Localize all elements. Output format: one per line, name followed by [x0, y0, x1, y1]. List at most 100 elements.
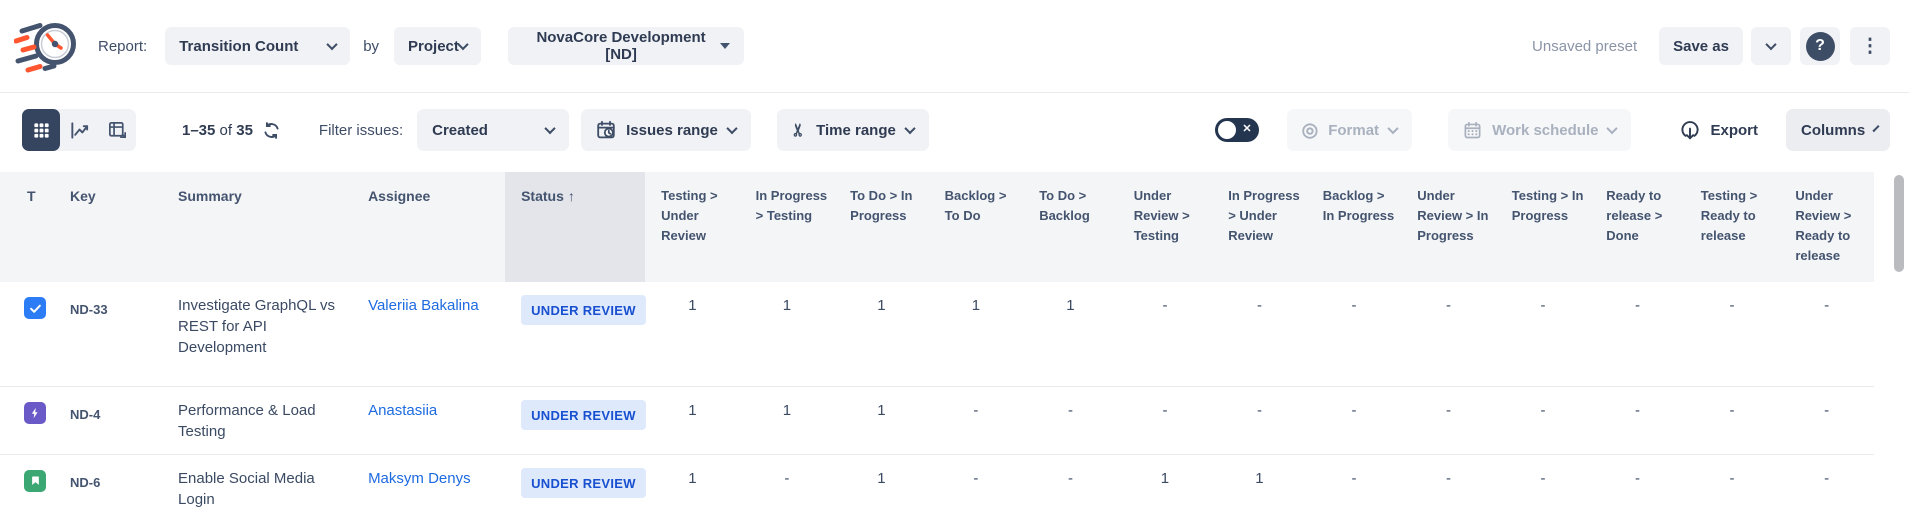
save-options-dropdown[interactable] [1751, 27, 1791, 65]
column-header-under-review-in-progress[interactable]: Under Review > In Progress [1401, 172, 1496, 282]
question-icon: ? [1806, 32, 1835, 61]
column-header-status[interactable]: Status↑ [505, 172, 645, 282]
count-total: 35 [236, 122, 253, 139]
filter-field-value: Created [432, 122, 488, 139]
kebab-menu-icon: ⋮ [1861, 37, 1880, 56]
column-header-key[interactable]: Key [58, 172, 168, 282]
column-header-ready-to-release-done[interactable]: Ready to release > Done [1590, 172, 1685, 282]
issue-key: ND-4 [58, 386, 168, 454]
assignee-link[interactable]: Maksym Denys [368, 470, 471, 487]
column-header-summary[interactable]: Summary [168, 172, 355, 282]
toggle-x-icon: ✕ [1242, 122, 1251, 135]
assignee-cell: Valeriia Bakalina [355, 282, 505, 386]
pivot-view-button[interactable] [98, 109, 136, 151]
chart-view-icon [69, 120, 90, 141]
issues-range-dropdown[interactable]: Issues range [581, 109, 751, 151]
work-schedule-label: Work schedule [1492, 122, 1598, 139]
column-header-type[interactable]: T [0, 172, 58, 282]
vertical-scrollbar[interactable] [1894, 175, 1904, 272]
refresh-icon[interactable] [262, 121, 281, 140]
filter-issues-label: Filter issues: [319, 122, 403, 139]
transition-count-testing-under-review: 1 [645, 454, 740, 522]
group-by-value: Project [408, 38, 459, 55]
chevron-down-icon [544, 123, 555, 134]
export-button[interactable]: Export [1679, 119, 1758, 141]
report-label: Report: [98, 38, 147, 55]
transition-count-testing-ready-to-release: - [1685, 454, 1780, 522]
save-as-button[interactable]: Save as [1659, 27, 1743, 65]
transition-count-under-review-in-progress: - [1401, 386, 1496, 454]
transition-count-under-review-ready-to-release: - [1779, 454, 1874, 522]
transition-count-to-do-in-progress: 1 [834, 386, 929, 454]
by-label: by [363, 38, 379, 55]
chevron-down-icon [1607, 123, 1618, 134]
transition-count-testing-in-progress: - [1496, 454, 1591, 522]
report-toolbar: 1–35 of 35 Filter issues: Created Issues… [0, 93, 1909, 167]
pivot-view-icon [107, 120, 128, 141]
transition-count-testing-ready-to-release: - [1685, 282, 1780, 386]
table-row: ND-4Performance & Load TestingAnastasiia… [0, 386, 1874, 454]
report-type-value: Transition Count [179, 38, 298, 55]
transition-count-under-review-ready-to-release: - [1779, 386, 1874, 454]
transition-count-report-app: Report: Transition Count by Project Nova… [0, 0, 1909, 522]
issues-table: TKeySummaryAssigneeStatus↑Testing > Unde… [0, 172, 1874, 522]
column-header-testing-under-review[interactable]: Testing > Under Review [645, 172, 740, 282]
assignee-link[interactable]: Valeriia Bakalina [368, 297, 479, 314]
view-switcher [22, 109, 136, 151]
filter-field-dropdown[interactable]: Created [417, 109, 569, 151]
assignee-link[interactable]: Anastasiia [368, 402, 437, 419]
sort-ascending-icon: ↑ [568, 188, 575, 204]
transition-count-testing-in-progress: - [1496, 282, 1591, 386]
issue-type-cell [0, 282, 58, 386]
work-schedule-dropdown[interactable]: Work schedule [1448, 109, 1631, 151]
chart-view-button[interactable] [60, 109, 98, 151]
toggle-knob [1218, 121, 1236, 139]
status-cell: UNDER REVIEW [505, 282, 645, 386]
transition-count-to-do-in-progress: 1 [834, 282, 929, 386]
columns-dropdown[interactable]: Columns [1786, 109, 1890, 151]
column-header-label: Status [521, 188, 564, 204]
table-row: ND-33Investigate GraphQL vs REST for API… [0, 282, 1874, 386]
column-header-in-progress-testing[interactable]: In Progress > Testing [740, 172, 835, 282]
toggle-switch[interactable]: ✕ [1215, 118, 1259, 142]
transition-count-in-progress-testing: 1 [740, 282, 835, 386]
chevron-down-icon [1873, 125, 1880, 132]
column-header-backlog-to-do[interactable]: Backlog > To Do [929, 172, 1024, 282]
assignee-cell: Anastasiia [355, 386, 505, 454]
time-range-dropdown[interactable]: ✂ Time range [777, 109, 929, 151]
issues-range-label: Issues range [626, 122, 718, 139]
column-header-testing-in-progress[interactable]: Testing > In Progress [1496, 172, 1591, 282]
status-cell: UNDER REVIEW [505, 386, 645, 454]
column-header-under-review-ready-to-release[interactable]: Under Review > Ready to release [1779, 172, 1874, 282]
report-type-dropdown[interactable]: Transition Count [165, 27, 350, 65]
count-of: of [220, 122, 233, 139]
column-header-in-progress-under-review[interactable]: In Progress > Under Review [1212, 172, 1307, 282]
status-badge: UNDER REVIEW [521, 468, 646, 498]
transition-count-ready-to-release-done: - [1590, 454, 1685, 522]
grid-view-button[interactable] [22, 109, 60, 151]
column-header-to-do-backlog[interactable]: To Do > Backlog [1023, 172, 1118, 282]
transition-count-in-progress-under-review: 1 [1212, 454, 1307, 522]
column-header-to-do-in-progress[interactable]: To Do > In Progress [834, 172, 929, 282]
assignee-cell: Maksym Denys [355, 454, 505, 522]
column-header-testing-ready-to-release[interactable]: Testing > Ready to release [1685, 172, 1780, 282]
transition-count-under-review-testing: - [1118, 386, 1213, 454]
group-by-dropdown[interactable]: Project [394, 27, 481, 65]
columns-label: Columns [1801, 122, 1865, 139]
column-header-backlog-in-progress[interactable]: Backlog > In Progress [1307, 172, 1402, 282]
header-row: TKeySummaryAssigneeStatus↑Testing > Unde… [0, 172, 1874, 282]
format-dropdown[interactable]: ◎ Format [1287, 109, 1412, 151]
column-header-under-review-testing[interactable]: Under Review > Testing [1118, 172, 1213, 282]
scissors-icon: ✂ [789, 123, 809, 137]
transition-count-in-progress-testing: 1 [740, 386, 835, 454]
transition-count-under-review-in-progress: - [1401, 454, 1496, 522]
column-header-assignee[interactable]: Assignee [355, 172, 505, 282]
issue-count: 1–35 of 35 [182, 121, 281, 140]
help-button[interactable]: ? [1800, 27, 1840, 65]
transition-count-to-do-in-progress: 1 [834, 454, 929, 522]
transition-count-backlog-to-do: - [929, 454, 1024, 522]
top-bar: Report: Transition Count by Project Nova… [0, 0, 1909, 93]
project-dropdown[interactable]: NovaCore Development [ND] [508, 27, 744, 65]
more-menu-button[interactable]: ⋮ [1850, 27, 1890, 65]
transition-count-backlog-to-do: 1 [929, 282, 1024, 386]
